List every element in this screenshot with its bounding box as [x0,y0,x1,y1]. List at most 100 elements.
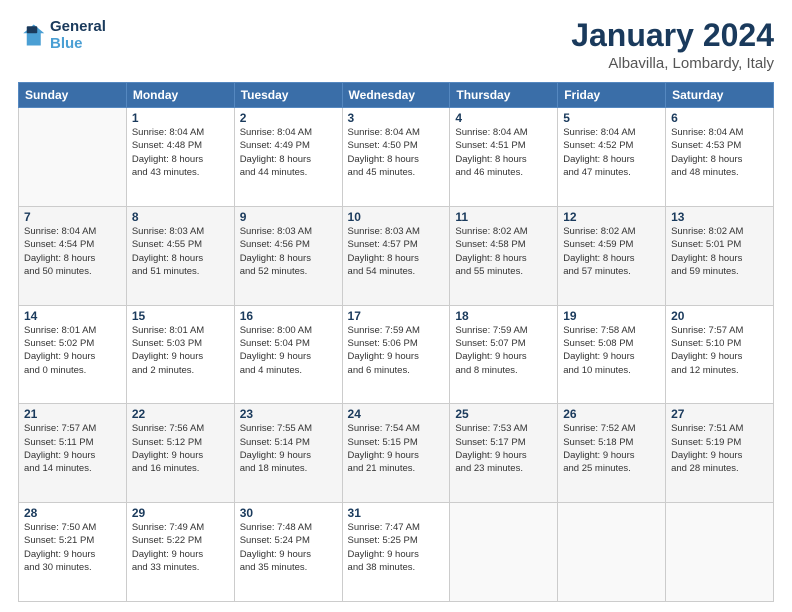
day-header-monday: Monday [126,83,234,108]
day-info: Sunrise: 8:04 AM Sunset: 4:48 PM Dayligh… [132,126,229,179]
day-info: Sunrise: 8:01 AM Sunset: 5:03 PM Dayligh… [132,324,229,377]
day-number: 2 [240,111,337,125]
day-number: 5 [563,111,660,125]
day-number: 17 [348,309,445,323]
logo-text-line2: Blue [50,35,106,52]
day-cell [558,503,666,602]
day-info: Sunrise: 8:00 AM Sunset: 5:04 PM Dayligh… [240,324,337,377]
day-info: Sunrise: 8:02 AM Sunset: 5:01 PM Dayligh… [671,225,768,278]
day-info: Sunrise: 7:57 AM Sunset: 5:10 PM Dayligh… [671,324,768,377]
day-cell [450,503,558,602]
day-info: Sunrise: 7:48 AM Sunset: 5:24 PM Dayligh… [240,521,337,574]
day-number: 9 [240,210,337,224]
day-cell: 7Sunrise: 8:04 AM Sunset: 4:54 PM Daylig… [19,206,127,305]
day-number: 6 [671,111,768,125]
day-cell: 19Sunrise: 7:58 AM Sunset: 5:08 PM Dayli… [558,305,666,404]
day-cell: 16Sunrise: 8:00 AM Sunset: 5:04 PM Dayli… [234,305,342,404]
day-number: 15 [132,309,229,323]
header: General Blue January 2024 Albavilla, Lom… [18,18,774,72]
day-number: 8 [132,210,229,224]
week-row-5: 28Sunrise: 7:50 AM Sunset: 5:21 PM Dayli… [19,503,774,602]
day-number: 31 [348,506,445,520]
day-cell: 4Sunrise: 8:04 AM Sunset: 4:51 PM Daylig… [450,108,558,207]
day-number: 1 [132,111,229,125]
day-number: 30 [240,506,337,520]
day-info: Sunrise: 8:03 AM Sunset: 4:55 PM Dayligh… [132,225,229,278]
day-info: Sunrise: 8:04 AM Sunset: 4:52 PM Dayligh… [563,126,660,179]
day-number: 7 [24,210,121,224]
day-number: 13 [671,210,768,224]
day-header-tuesday: Tuesday [234,83,342,108]
day-number: 25 [455,407,552,421]
day-cell: 12Sunrise: 8:02 AM Sunset: 4:59 PM Dayli… [558,206,666,305]
day-cell: 22Sunrise: 7:56 AM Sunset: 5:12 PM Dayli… [126,404,234,503]
day-info: Sunrise: 8:02 AM Sunset: 4:58 PM Dayligh… [455,225,552,278]
day-number: 16 [240,309,337,323]
day-number: 24 [348,407,445,421]
day-info: Sunrise: 7:56 AM Sunset: 5:12 PM Dayligh… [132,422,229,475]
day-header-friday: Friday [558,83,666,108]
main-title: January 2024 [571,18,774,53]
day-number: 26 [563,407,660,421]
day-info: Sunrise: 8:04 AM Sunset: 4:53 PM Dayligh… [671,126,768,179]
day-number: 28 [24,506,121,520]
day-info: Sunrise: 7:55 AM Sunset: 5:14 PM Dayligh… [240,422,337,475]
day-header-saturday: Saturday [666,83,774,108]
day-cell: 30Sunrise: 7:48 AM Sunset: 5:24 PM Dayli… [234,503,342,602]
day-info: Sunrise: 8:02 AM Sunset: 4:59 PM Dayligh… [563,225,660,278]
day-cell: 27Sunrise: 7:51 AM Sunset: 5:19 PM Dayli… [666,404,774,503]
day-info: Sunrise: 7:53 AM Sunset: 5:17 PM Dayligh… [455,422,552,475]
day-number: 27 [671,407,768,421]
day-cell: 1Sunrise: 8:04 AM Sunset: 4:48 PM Daylig… [126,108,234,207]
calendar-header: SundayMondayTuesdayWednesdayThursdayFrid… [19,83,774,108]
day-number: 21 [24,407,121,421]
day-header-wednesday: Wednesday [342,83,450,108]
day-info: Sunrise: 7:58 AM Sunset: 5:08 PM Dayligh… [563,324,660,377]
day-number: 14 [24,309,121,323]
day-cell: 2Sunrise: 8:04 AM Sunset: 4:49 PM Daylig… [234,108,342,207]
title-block: January 2024 Albavilla, Lombardy, Italy [571,18,774,72]
day-info: Sunrise: 8:04 AM Sunset: 4:51 PM Dayligh… [455,126,552,179]
day-number: 4 [455,111,552,125]
calendar-table: SundayMondayTuesdayWednesdayThursdayFrid… [18,82,774,602]
week-row-2: 7Sunrise: 8:04 AM Sunset: 4:54 PM Daylig… [19,206,774,305]
day-cell: 18Sunrise: 7:59 AM Sunset: 5:07 PM Dayli… [450,305,558,404]
day-cell: 28Sunrise: 7:50 AM Sunset: 5:21 PM Dayli… [19,503,127,602]
day-number: 18 [455,309,552,323]
logo-icon [18,21,46,49]
day-number: 10 [348,210,445,224]
day-cell: 20Sunrise: 7:57 AM Sunset: 5:10 PM Dayli… [666,305,774,404]
day-header-thursday: Thursday [450,83,558,108]
day-info: Sunrise: 7:59 AM Sunset: 5:06 PM Dayligh… [348,324,445,377]
day-number: 19 [563,309,660,323]
subtitle: Albavilla, Lombardy, Italy [571,55,774,72]
day-header-sunday: Sunday [19,83,127,108]
day-number: 29 [132,506,229,520]
day-cell: 25Sunrise: 7:53 AM Sunset: 5:17 PM Dayli… [450,404,558,503]
day-cell: 23Sunrise: 7:55 AM Sunset: 5:14 PM Dayli… [234,404,342,503]
day-cell: 17Sunrise: 7:59 AM Sunset: 5:06 PM Dayli… [342,305,450,404]
day-cell: 6Sunrise: 8:04 AM Sunset: 4:53 PM Daylig… [666,108,774,207]
week-row-1: 1Sunrise: 8:04 AM Sunset: 4:48 PM Daylig… [19,108,774,207]
day-cell: 14Sunrise: 8:01 AM Sunset: 5:02 PM Dayli… [19,305,127,404]
day-info: Sunrise: 8:04 AM Sunset: 4:50 PM Dayligh… [348,126,445,179]
day-cell: 24Sunrise: 7:54 AM Sunset: 5:15 PM Dayli… [342,404,450,503]
day-cell: 13Sunrise: 8:02 AM Sunset: 5:01 PM Dayli… [666,206,774,305]
day-info: Sunrise: 7:49 AM Sunset: 5:22 PM Dayligh… [132,521,229,574]
day-info: Sunrise: 8:01 AM Sunset: 5:02 PM Dayligh… [24,324,121,377]
day-info: Sunrise: 7:52 AM Sunset: 5:18 PM Dayligh… [563,422,660,475]
page: General Blue January 2024 Albavilla, Lom… [0,0,792,612]
day-info: Sunrise: 7:50 AM Sunset: 5:21 PM Dayligh… [24,521,121,574]
day-info: Sunrise: 7:51 AM Sunset: 5:19 PM Dayligh… [671,422,768,475]
day-info: Sunrise: 7:57 AM Sunset: 5:11 PM Dayligh… [24,422,121,475]
day-number: 12 [563,210,660,224]
logo: General Blue [18,18,106,53]
day-cell: 5Sunrise: 8:04 AM Sunset: 4:52 PM Daylig… [558,108,666,207]
day-cell: 21Sunrise: 7:57 AM Sunset: 5:11 PM Dayli… [19,404,127,503]
day-number: 3 [348,111,445,125]
day-number: 23 [240,407,337,421]
day-cell: 10Sunrise: 8:03 AM Sunset: 4:57 PM Dayli… [342,206,450,305]
day-info: Sunrise: 7:59 AM Sunset: 5:07 PM Dayligh… [455,324,552,377]
day-cell: 26Sunrise: 7:52 AM Sunset: 5:18 PM Dayli… [558,404,666,503]
day-info: Sunrise: 8:04 AM Sunset: 4:54 PM Dayligh… [24,225,121,278]
